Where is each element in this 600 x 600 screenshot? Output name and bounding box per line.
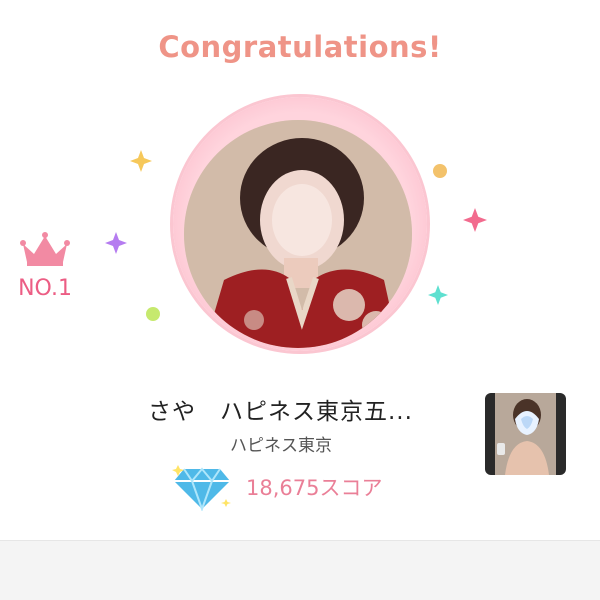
profile-name[interactable]: さや ハピネス東京五... — [148, 392, 413, 426]
dot-green-icon — [146, 307, 160, 321]
rank-badge: NO.1 — [10, 230, 80, 301]
avatar[interactable] — [184, 120, 412, 348]
crown-icon — [20, 232, 70, 266]
sparkle-teal-icon — [428, 285, 448, 305]
diamond-icon — [172, 465, 231, 511]
shop-name[interactable]: ハピネス東京 — [230, 431, 332, 456]
score-value: 18,675スコア — [246, 476, 383, 500]
rank-label: NO.1 — [18, 276, 72, 301]
sparkle-yellow-icon — [130, 150, 152, 172]
avatar-photo — [184, 120, 412, 348]
sparkle-purple-icon — [105, 232, 127, 254]
dot-gold-icon — [433, 164, 447, 178]
score-row: 18,675スコア — [170, 462, 382, 512]
thumbnail-photo — [485, 393, 566, 475]
profile-thumbnail[interactable] — [485, 393, 566, 475]
sparkle-pink-icon — [463, 208, 487, 232]
congratulations-title: Congratulations! — [158, 30, 442, 64]
footer-bar — [0, 541, 600, 600]
